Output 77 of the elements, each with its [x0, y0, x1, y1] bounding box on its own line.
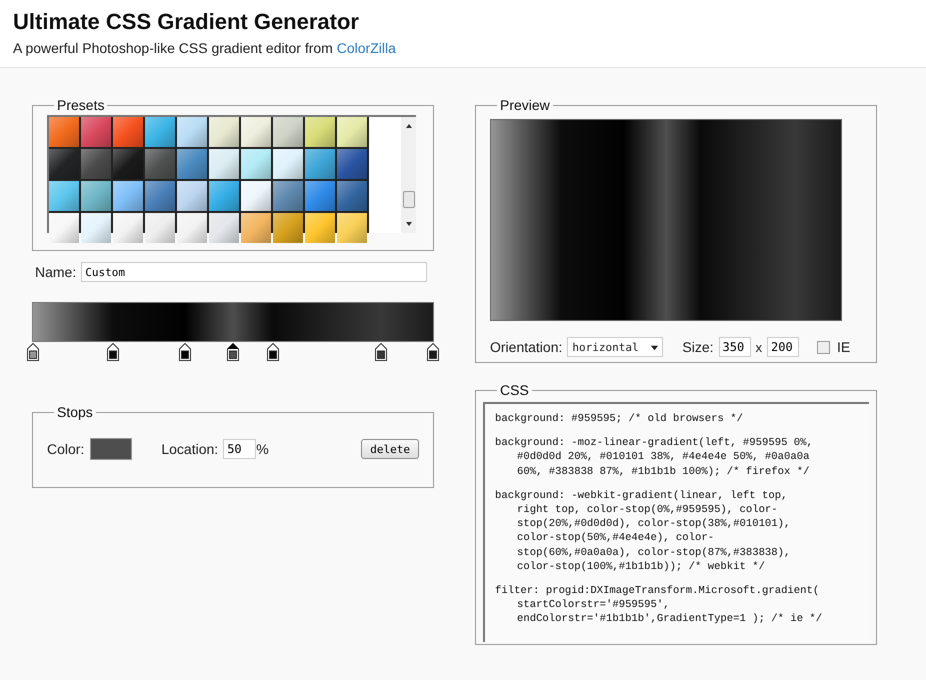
- separator-label: x: [756, 340, 762, 354]
- preset-swatch[interactable]: [273, 213, 303, 243]
- preset-swatch[interactable]: [81, 117, 111, 147]
- field-label: Name:: [35, 264, 76, 280]
- scrollbar-thumb[interactable]: [403, 191, 415, 208]
- preset-swatch[interactable]: [81, 181, 111, 211]
- panel-legend: Preview: [497, 97, 553, 113]
- preset-swatch[interactable]: [145, 149, 175, 179]
- preset-swatch[interactable]: [273, 117, 303, 147]
- preset-swatch[interactable]: [209, 149, 239, 179]
- preset-swatch[interactable]: [49, 117, 79, 147]
- name-field[interactable]: Custom: [81, 262, 428, 282]
- preset-swatch[interactable]: [305, 117, 335, 147]
- stop-marker-icon[interactable]: [427, 343, 439, 361]
- preset-swatch[interactable]: [337, 181, 367, 211]
- preset-swatch[interactable]: [241, 181, 271, 211]
- code-text: filter: progid:DXImageTransform.Microsoft.gradient( startColorstr='#959595', endColorstr='#1b1b1b',GradientType=1 ); /* ie */: [495, 584, 824, 627]
- preset-swatch[interactable]: [145, 181, 175, 211]
- preset-swatch[interactable]: [305, 181, 335, 211]
- preset-swatch[interactable]: [113, 181, 143, 211]
- field-label: Location:: [161, 441, 218, 457]
- preset-swatch[interactable]: [337, 117, 367, 147]
- code-text: background: -moz-linear-gradient(left, #959595 0%, #0d0d0d 20%, #010101 38%, #4e4e4e 50%, #0a0a0a 60%, #383838 87%, #1b1b1b 100%); /* firefox */: [495, 436, 814, 479]
- stop-marker-icon[interactable]: [179, 343, 191, 361]
- ie-checkbox[interactable]: [817, 340, 830, 354]
- stop-marker-icon[interactable]: [267, 343, 279, 361]
- stop-marker-icon[interactable]: [227, 343, 239, 361]
- panel-legend: CSS: [497, 382, 532, 398]
- checkbox-label: IE: [837, 339, 850, 355]
- stop-marker-icon[interactable]: [107, 343, 119, 361]
- preset-swatch[interactable]: [337, 213, 367, 243]
- color-swatch[interactable]: [90, 438, 132, 460]
- preset-swatch[interactable]: [49, 213, 79, 243]
- preset-swatch[interactable]: [49, 149, 79, 179]
- panel-legend: Stops: [54, 404, 96, 420]
- field-label: Orientation:: [490, 339, 562, 355]
- preset-swatch[interactable]: [273, 149, 303, 179]
- field-label: Color:: [47, 441, 84, 457]
- preset-swatch[interactable]: [241, 213, 271, 243]
- caret-icon: [650, 342, 660, 352]
- stop-marker-icon[interactable]: [375, 343, 387, 361]
- preset-swatch[interactable]: [337, 149, 367, 179]
- preset-swatch[interactable]: [145, 117, 175, 147]
- code-text: background: -webkit-gradient(linear, left top, right top, color-stop(0%,#959595), color- stop(20%,#0d0d0d), color-stop(38%,#010101), color-stop(50%,#4e4e4e), color- stop(60%,#0a0a0a), color-stop(87%,#383838), color-stop(100%,#1b1b1b)); /* webkit */: [495, 488, 792, 574]
- preset-swatch[interactable]: [177, 117, 207, 147]
- preset-swatch[interactable]: [305, 213, 335, 243]
- field-label: Size:: [682, 339, 714, 355]
- width-field[interactable]: 350: [718, 337, 750, 357]
- unit-label: %: [256, 441, 269, 457]
- code-text: background: #959595; /* old browsers */: [495, 412, 744, 426]
- preset-swatch[interactable]: [273, 181, 303, 211]
- preset-swatch[interactable]: [113, 117, 143, 147]
- panel-legend: Presets: [54, 97, 108, 113]
- preset-swatch[interactable]: [49, 181, 79, 211]
- preset-swatch[interactable]: [113, 149, 143, 179]
- scrollbar[interactable]: [401, 117, 416, 233]
- page-subtitle: A powerful Photoshop-like CSS gradient editor from ColorZilla: [13, 39, 397, 57]
- delete-button[interactable]: delete: [361, 439, 419, 459]
- preset-swatch[interactable]: [113, 213, 143, 243]
- height-field[interactable]: 200: [767, 337, 799, 357]
- orientation-dropdown[interactable]: horizontal: [567, 337, 664, 357]
- location-field[interactable]: 50: [223, 439, 256, 459]
- preset-swatch[interactable]: [209, 117, 239, 147]
- preset-swatch[interactable]: [145, 213, 175, 243]
- preset-swatch[interactable]: [305, 149, 335, 179]
- preset-swatch[interactable]: [209, 213, 239, 243]
- preset-swatch[interactable]: [241, 117, 271, 147]
- preset-swatch[interactable]: [177, 181, 207, 211]
- preset-swatch[interactable]: [209, 181, 239, 211]
- preset-swatch[interactable]: [177, 149, 207, 179]
- colorzilla-link[interactable]: ColorZilla: [336, 40, 396, 56]
- stop-marker-icon[interactable]: [27, 343, 39, 361]
- page-title: Ultimate CSS Gradient Generator: [13, 8, 360, 36]
- preset-swatch[interactable]: [241, 149, 271, 179]
- preset-swatch[interactable]: [81, 149, 111, 179]
- preset-swatch[interactable]: [177, 213, 207, 243]
- preset-swatch[interactable]: [81, 213, 111, 243]
